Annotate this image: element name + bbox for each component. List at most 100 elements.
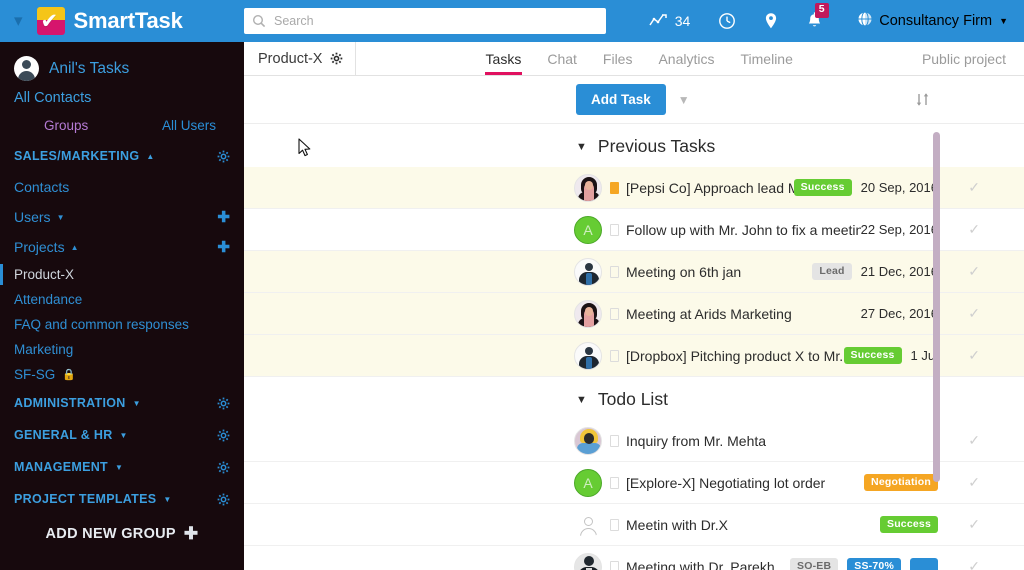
- location-button[interactable]: [750, 0, 792, 42]
- tab-chat[interactable]: Chat: [534, 42, 590, 75]
- sidebar-project-label: FAQ and common responses: [14, 317, 189, 332]
- priority-flag-icon[interactable]: [610, 181, 619, 194]
- sidebar-item-all-users[interactable]: All Users: [162, 118, 216, 133]
- complete-check-icon[interactable]: ✓: [968, 432, 980, 449]
- complete-check-icon[interactable]: ✓: [968, 347, 980, 364]
- table-row[interactable]: A [Explore-X] Negotiating lot order Nego…: [244, 462, 1024, 504]
- sidebar-projects-label: Projects: [14, 239, 65, 255]
- table-row[interactable]: A Follow up with Mr. John to fix a meeti…: [244, 209, 1024, 251]
- gear-icon[interactable]: [217, 397, 230, 410]
- task-scroll-area[interactable]: ▼ Previous Tasks [Pepsi Co] Approach lea…: [244, 124, 1024, 570]
- sidebar-project-marketing[interactable]: Marketing: [0, 337, 244, 362]
- add-project-plus-icon[interactable]: ✚: [217, 238, 230, 256]
- complete-check-icon[interactable]: ✓: [968, 263, 980, 280]
- priority-flag-icon[interactable]: [610, 434, 619, 447]
- priority-flag-icon[interactable]: [610, 307, 619, 320]
- caret-down-icon[interactable]: ▼: [576, 394, 587, 406]
- caret-down-icon[interactable]: ▼: [576, 141, 587, 153]
- status-badge[interactable]: Success: [793, 178, 852, 197]
- sidebar-section-sales-marketing[interactable]: SALES/MARKETING ▲: [0, 140, 244, 172]
- priority-flag-icon[interactable]: [610, 349, 619, 362]
- caret-down-icon: ▼: [132, 398, 141, 408]
- sidebar-project-attendance[interactable]: Attendance: [0, 287, 244, 312]
- add-user-plus-icon[interactable]: ✚: [217, 208, 230, 226]
- notifications-button[interactable]: 5: [792, 0, 837, 42]
- task-group-header-previous-tasks[interactable]: ▼ Previous Tasks: [244, 124, 1024, 167]
- plus-icon: ✚: [183, 524, 199, 543]
- table-row[interactable]: Meeting at Arids Marketing 27 Dec, 2016 …: [244, 293, 1024, 335]
- sidebar-collapse-chevron-down-icon[interactable]: ▾: [14, 12, 23, 30]
- sidebar-project-faq[interactable]: FAQ and common responses: [0, 312, 244, 337]
- table-row[interactable]: Meetin with Dr.X Success ✓: [244, 504, 1024, 546]
- task-date: 22 Sep, 2016: [860, 222, 938, 237]
- priority-flag-icon[interactable]: [610, 265, 619, 278]
- add-task-button[interactable]: Add Task: [576, 84, 666, 115]
- priority-flag-icon[interactable]: [610, 476, 619, 489]
- sidebar-user[interactable]: Anil's Tasks: [0, 50, 244, 85]
- sidebar-section-label: PROJECT TEMPLATES: [14, 492, 157, 506]
- sidebar-project-product-x[interactable]: Product-X: [0, 262, 244, 287]
- status-badge[interactable]: Success: [879, 515, 938, 534]
- sidebar-item-users[interactable]: Users ▼ ✚: [0, 202, 244, 232]
- complete-check-icon[interactable]: ✓: [968, 221, 980, 238]
- sidebar-project-label: SF-SG: [14, 367, 56, 382]
- table-row[interactable]: Meeting on 6th jan Lead 21 Dec, 2016 ✓: [244, 251, 1024, 293]
- status-badge[interactable]: Success: [843, 346, 902, 365]
- caret-down-icon: ▼: [114, 462, 124, 472]
- status-badge[interactable]: SO-EB: [790, 557, 839, 570]
- priority-flag-icon[interactable]: [610, 560, 619, 570]
- gear-icon[interactable]: [330, 52, 343, 65]
- task-group-header-todo-list[interactable]: ▼ Todo List: [244, 377, 1024, 420]
- tab-timeline[interactable]: Timeline: [728, 42, 806, 75]
- search-bar[interactable]: [244, 8, 606, 34]
- gear-icon[interactable]: [217, 461, 230, 474]
- complete-check-icon[interactable]: ✓: [968, 516, 980, 533]
- tab-analytics[interactable]: Analytics: [645, 42, 727, 75]
- sidebar-item-groups[interactable]: Groups: [44, 118, 88, 133]
- add-new-group-button[interactable]: ADD NEW GROUP ✚: [0, 515, 244, 550]
- status-badge[interactable]: Negotiation: [864, 473, 938, 492]
- vertical-scrollbar[interactable]: [933, 124, 940, 570]
- complete-check-icon[interactable]: ✓: [968, 305, 980, 322]
- sidebar-item-projects[interactable]: Projects ▲ ✚: [0, 232, 244, 262]
- complete-check-icon[interactable]: ✓: [968, 558, 980, 570]
- organization-selector[interactable]: Consultancy Firm ▼: [837, 11, 1008, 31]
- table-row[interactable]: [Pepsi Co] Approach lead Ms. Alice Succe…: [244, 167, 1024, 209]
- complete-check-icon[interactable]: ✓: [968, 474, 980, 491]
- sidebar-section-label: ADMINISTRATION: [14, 396, 126, 410]
- sidebar-project-sf-sg[interactable]: SF-SG 🔒: [0, 362, 244, 387]
- project-tab-product-x[interactable]: Product-X: [244, 42, 357, 75]
- table-row[interactable]: Meeting with Dr. Parekh SO-EB SS-70% ✓: [244, 546, 1024, 570]
- project-visibility-label[interactable]: Public project: [922, 42, 1024, 75]
- priority-flag-icon[interactable]: [610, 223, 619, 236]
- search-input[interactable]: [274, 14, 598, 28]
- gear-icon[interactable]: [217, 493, 230, 506]
- priority-flag-icon[interactable]: [610, 518, 619, 531]
- caret-down-icon: ▼: [119, 430, 128, 440]
- caret-down-icon: ▼: [163, 494, 172, 504]
- sidebar-section-management[interactable]: MANAGEMENT ▼: [0, 451, 244, 483]
- project-name: Product-X: [258, 50, 323, 67]
- activity-button[interactable]: 34: [635, 0, 705, 42]
- sidebar-item-all-contacts[interactable]: All Contacts: [0, 85, 244, 112]
- task-title: [Pepsi Co] Approach lead Ms. Alice: [626, 179, 794, 196]
- status-badge[interactable]: Lead: [812, 262, 852, 281]
- tab-files[interactable]: Files: [590, 42, 646, 75]
- gear-icon[interactable]: [217, 150, 230, 163]
- sidebar-section-project-templates[interactable]: PROJECT TEMPLATES ▼: [0, 483, 244, 515]
- project-tab-bar: Product-X Tasks Chat Files Analytics Tim…: [244, 42, 1024, 76]
- sidebar-item-contacts[interactable]: Contacts: [0, 172, 244, 202]
- table-row[interactable]: Inquiry from Mr. Mehta ✓: [244, 420, 1024, 462]
- sidebar-section-administration[interactable]: ADMINISTRATION ▼: [0, 387, 244, 419]
- checkmark-logo-icon[interactable]: [36, 7, 65, 35]
- status-badge[interactable]: SS-70%: [847, 557, 901, 570]
- scrollbar-thumb[interactable]: [933, 132, 940, 482]
- complete-check-icon[interactable]: ✓: [968, 179, 980, 196]
- timer-button[interactable]: [704, 0, 750, 42]
- table-row[interactable]: [Dropbox] Pitching product X to Mr. Geor…: [244, 335, 1024, 377]
- gear-icon[interactable]: [217, 429, 230, 442]
- add-task-chevron-down-icon[interactable]: ▼: [678, 93, 690, 107]
- tab-tasks[interactable]: Tasks: [473, 42, 535, 75]
- sort-icon[interactable]: [915, 92, 930, 107]
- sidebar-section-general-hr[interactable]: GENERAL & HR ▼: [0, 419, 244, 451]
